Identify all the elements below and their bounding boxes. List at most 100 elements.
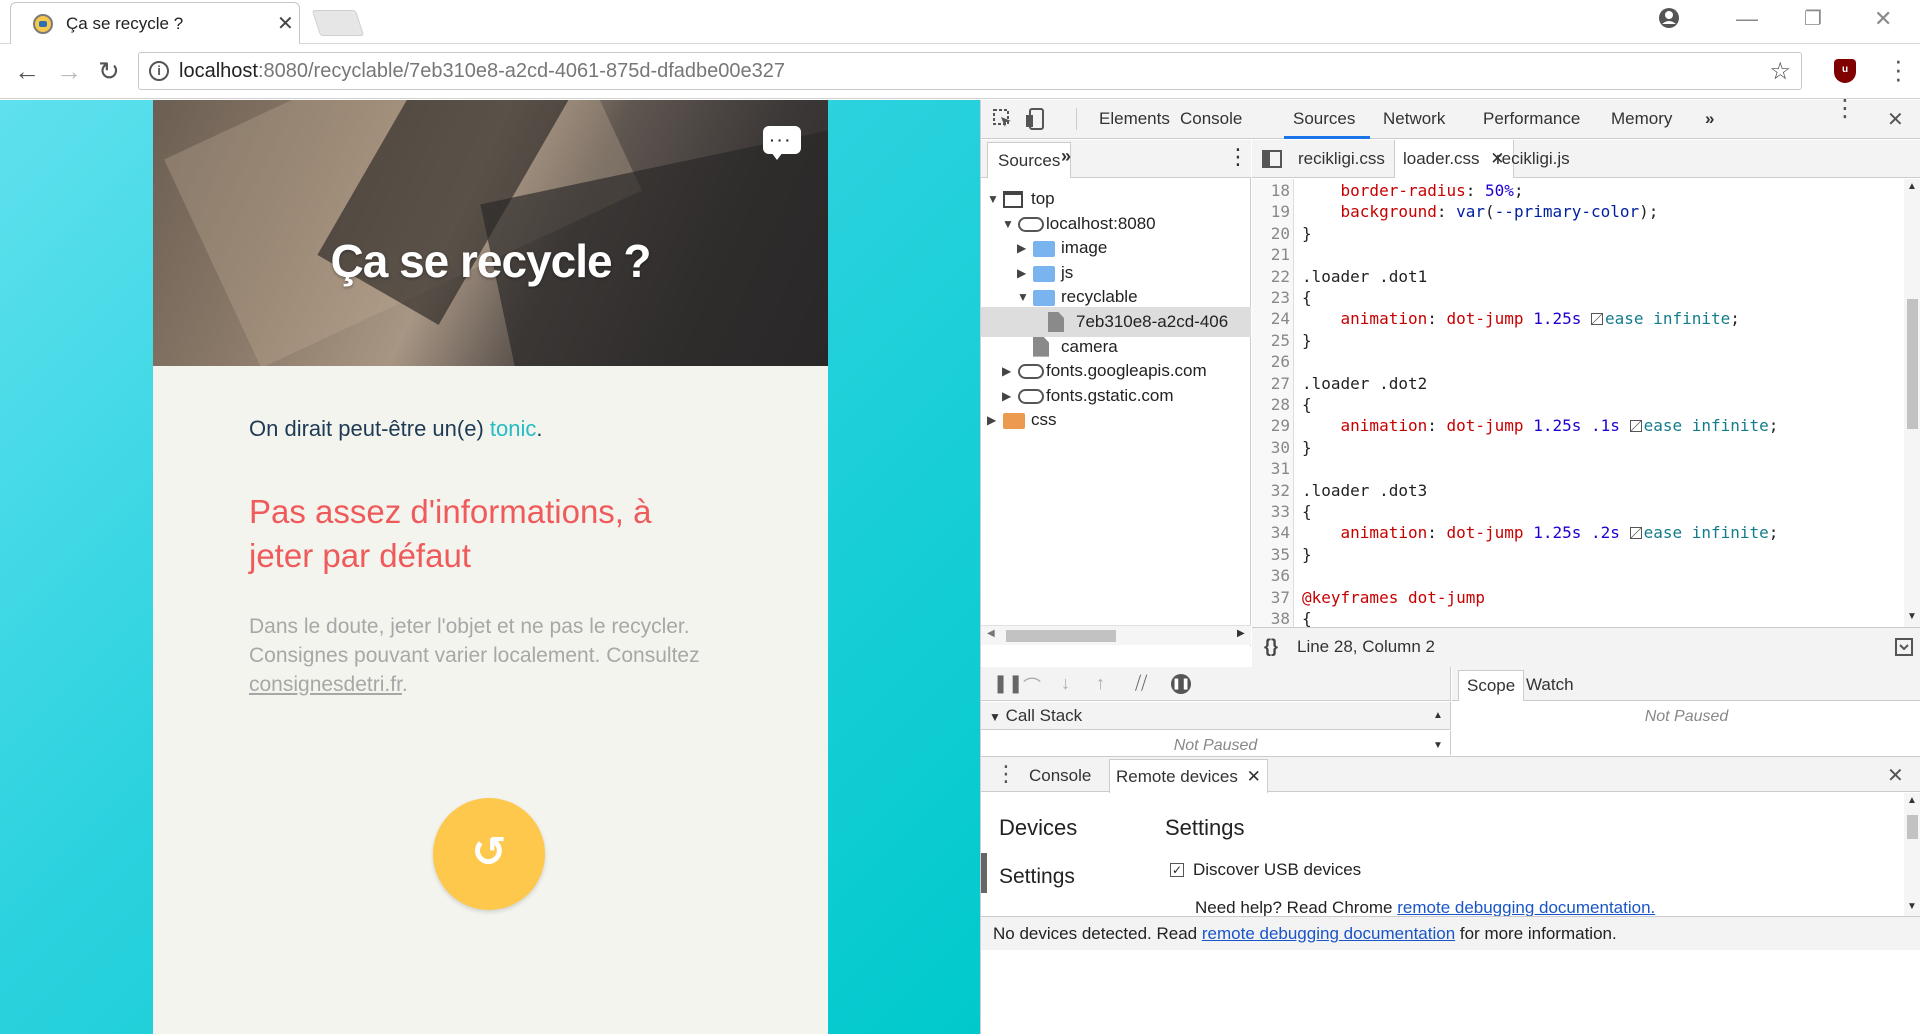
retry-button[interactable]: ↺ [433, 798, 545, 910]
code-editor[interactable]: 18 border-radius: 50%; 19 background: var… [1252, 179, 1920, 627]
tab-scope[interactable]: Scope [1458, 670, 1525, 701]
discover-usb-checkbox[interactable]: ✓ [1170, 863, 1184, 877]
devtools-close-icon[interactable]: ✕ [1887, 107, 1904, 132]
tab-watch[interactable]: Watch [1518, 670, 1582, 701]
line-number[interactable]: 23 [1252, 287, 1290, 308]
bookmark-star-icon[interactable]: ☆ [1769, 57, 1791, 86]
code-line[interactable]: 37 @keyframes dot-jump [1252, 587, 1920, 608]
nav-devices[interactable]: Devices [999, 815, 1077, 841]
drawer-tab-console[interactable]: Console [1023, 759, 1097, 793]
code-line[interactable]: 30} [1252, 437, 1920, 458]
line-number[interactable]: 26 [1252, 351, 1290, 372]
step-out-icon[interactable]: ↑ [1096, 673, 1105, 694]
drawer-close-icon[interactable]: ✕ [1887, 763, 1904, 788]
line-number[interactable]: 27 [1252, 373, 1290, 394]
drawer-vscrollbar[interactable]: ▲ ▼ [1904, 793, 1920, 916]
line-number[interactable]: 35 [1252, 544, 1290, 565]
tab-sources[interactable]: Sources [1293, 109, 1355, 129]
code-line[interactable]: 21 [1252, 244, 1920, 265]
account-icon[interactable] [1658, 7, 1680, 29]
editor-tab-recikligi-css[interactable]: recikligi.css [1290, 140, 1393, 178]
code-line[interactable]: 22 .loader .dot1 [1252, 266, 1920, 287]
line-number[interactable]: 37 [1252, 587, 1290, 608]
site-info-icon[interactable]: i [149, 61, 169, 81]
deactivate-breakpoints-icon[interactable]: ⧸⧸ [1135, 673, 1147, 694]
navigator-menu-icon[interactable]: ⋮ [1227, 144, 1249, 170]
drawer-menu-icon[interactable]: ⋮ [995, 761, 1017, 787]
drawer-tab-remote-devices[interactable]: Remote devices ✕ [1109, 759, 1268, 793]
back-icon[interactable]: ← [14, 56, 40, 87]
navigator-more-icon[interactable]: » [1061, 146, 1071, 167]
reload-icon[interactable]: ↻ [98, 56, 120, 87]
inspect-element-icon[interactable] [993, 109, 1013, 129]
step-over-icon[interactable]: ⌒ [1023, 673, 1041, 699]
line-number[interactable]: 38 [1252, 608, 1290, 627]
tab-elements[interactable]: Elements [1099, 109, 1170, 129]
line-number[interactable]: 18 [1252, 180, 1290, 201]
code-line[interactable]: 33 { [1252, 501, 1920, 522]
line-number[interactable]: 33 [1252, 501, 1290, 522]
more-tabs-icon[interactable]: » [1705, 109, 1714, 129]
code-line[interactable]: 28 { [1252, 394, 1920, 415]
line-number[interactable]: 30 [1252, 437, 1290, 458]
line-number[interactable]: 20 [1252, 223, 1290, 244]
line-number[interactable]: 34 [1252, 522, 1290, 543]
devtools-menu-icon[interactable]: ⋮ [1833, 97, 1857, 121]
line-number[interactable]: 29 [1252, 415, 1290, 436]
tab-close-icon[interactable]: ✕ [277, 11, 294, 36]
navigator-tab-sources[interactable]: Sources [987, 142, 1072, 178]
navigator-hscrollbar[interactable]: ◀ ▶ [981, 625, 1251, 645]
browser-tab[interactable]: Ça se recycle ? ✕ [10, 2, 300, 44]
code-line[interactable]: 18 border-radius: 50%; [1252, 180, 1920, 201]
pause-on-exceptions-icon[interactable]: ❚❚ [1171, 674, 1191, 694]
toggle-navigator-icon[interactable] [1262, 150, 1282, 168]
code-line[interactable]: 29 animation: dot-jump 1.25s .1s ease in… [1252, 415, 1920, 436]
code-line[interactable]: 20} [1252, 223, 1920, 244]
expand-triangle-icon[interactable]: ▶ [987, 405, 996, 435]
code-line[interactable]: 23 { [1252, 287, 1920, 308]
tree-item[interactable]: ▶ css [981, 405, 1251, 435]
drawer-tab-close-icon[interactable]: ✕ [1247, 767, 1261, 786]
line-number[interactable]: 24 [1252, 308, 1290, 329]
step-into-icon[interactable]: ↓ [1061, 673, 1070, 694]
code-line[interactable]: 25} [1252, 330, 1920, 351]
forward-icon[interactable]: → [56, 56, 82, 87]
help-docs-link[interactable]: remote debugging documentation. [1397, 898, 1655, 916]
code-line[interactable]: 26 [1252, 351, 1920, 372]
tab-network[interactable]: Network [1383, 109, 1445, 129]
line-number[interactable]: 25 [1252, 330, 1290, 351]
device-toolbar-icon[interactable] [1025, 108, 1045, 130]
code-line[interactable]: 36 [1252, 565, 1920, 586]
line-number[interactable]: 19 [1252, 201, 1290, 222]
code-line[interactable]: 35} [1252, 544, 1920, 565]
pause-icon[interactable]: ❚❚ [993, 673, 1023, 694]
toggle-debugger-icon[interactable] [1895, 638, 1913, 656]
line-number[interactable]: 22 [1252, 266, 1290, 287]
pretty-print-icon[interactable]: {} [1264, 636, 1278, 657]
browser-menu-icon[interactable]: · · · [1894, 47, 1903, 91]
new-tab-button[interactable] [311, 10, 365, 36]
url-text[interactable]: localhost:8080/recyclable/7eb310e8-a2cd-… [179, 60, 785, 83]
line-number[interactable]: 32 [1252, 480, 1290, 501]
footer-docs-link[interactable]: remote debugging documentation [1202, 924, 1455, 943]
code-line[interactable]: 31 [1252, 458, 1920, 479]
code-line[interactable]: 34 animation: dot-jump 1.25s .2s ease in… [1252, 522, 1920, 543]
code-line[interactable]: 27 .loader .dot2 [1252, 373, 1920, 394]
consignes-link[interactable]: consignesdetri.fr [249, 673, 402, 696]
ublock-extension-icon[interactable]: u [1834, 59, 1856, 83]
restore-icon[interactable]: ❐ [1804, 6, 1822, 31]
editor-tab-recikligi-js[interactable]: recikligi.js [1488, 140, 1578, 178]
window-close-icon[interactable]: ✕ [1874, 6, 1892, 32]
address-bar[interactable]: i localhost:8080/recyclable/7eb310e8-a2c… [138, 52, 1802, 90]
call-stack-header[interactable]: ▼ Call Stack ▲ [981, 702, 1451, 730]
code-line[interactable]: 38 { [1252, 608, 1920, 627]
editor-vscrollbar[interactable]: ▲ ▼ [1904, 179, 1920, 627]
nav-settings[interactable]: Settings [999, 865, 1075, 889]
line-number[interactable]: 36 [1252, 565, 1290, 586]
minimize-icon[interactable]: — [1736, 6, 1758, 32]
code-line[interactable]: 24 animation: dot-jump 1.25s ease infini… [1252, 308, 1920, 329]
tab-console[interactable]: Console [1180, 109, 1242, 129]
tab-memory[interactable]: Memory [1611, 109, 1672, 129]
feedback-chat-icon[interactable]: ··· [763, 126, 801, 160]
line-number[interactable]: 31 [1252, 458, 1290, 479]
